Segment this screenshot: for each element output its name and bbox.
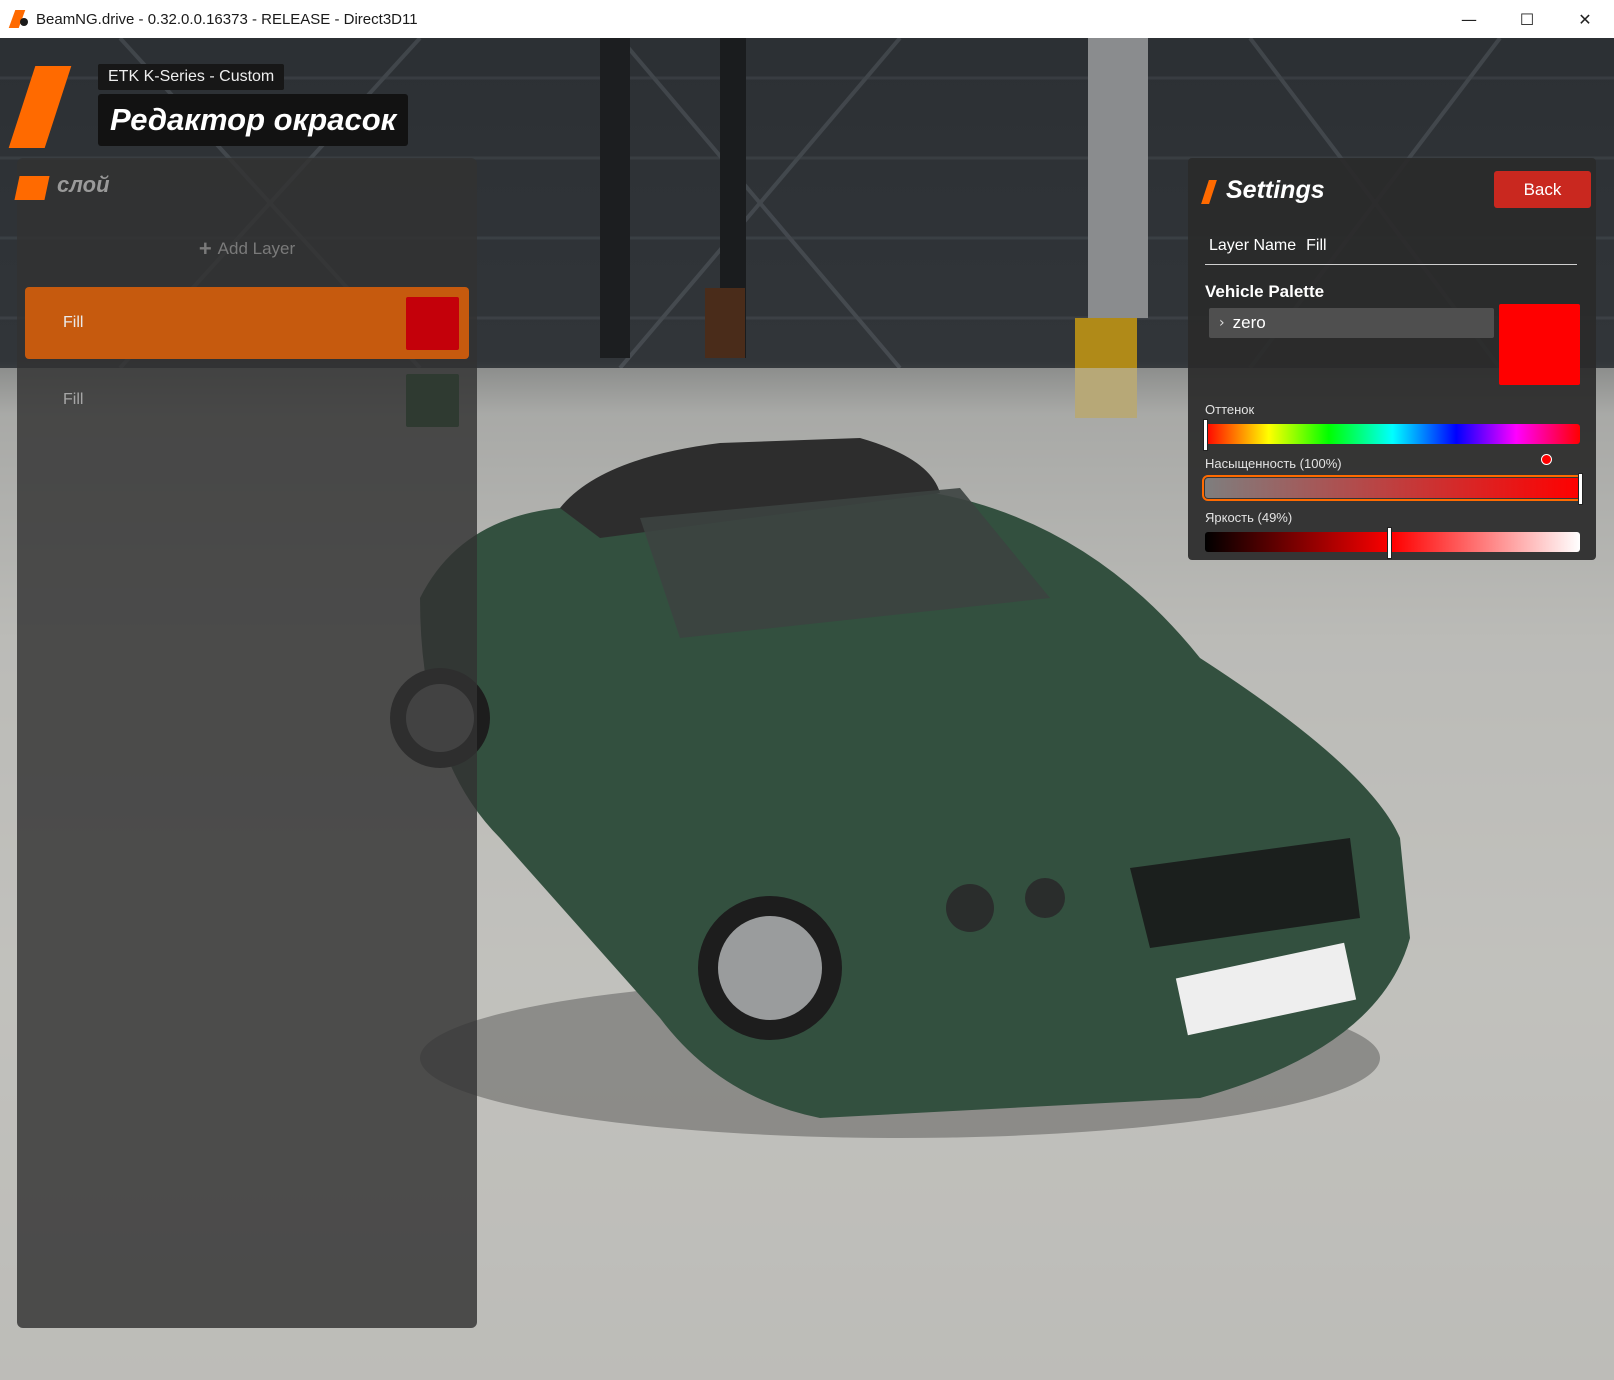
- maximize-button[interactable]: ☐: [1498, 0, 1556, 38]
- garage-scene[interactable]: ETK K-Series - Custom Редактор окрасок с…: [0, 38, 1614, 1380]
- plus-icon: +: [198, 236, 212, 261]
- brightness-slider[interactable]: [1205, 527, 1580, 559]
- layer-name-input[interactable]: [1304, 236, 1577, 256]
- back-button[interactable]: Back: [1494, 171, 1591, 208]
- close-button[interactable]: ✕: [1556, 0, 1614, 38]
- hue-label: Оттенок: [1205, 402, 1255, 417]
- layer-item[interactable]: Fill: [25, 364, 469, 436]
- saturation-slider[interactable]: [1202, 473, 1583, 505]
- vehicle-name: ETK K-Series - Custom: [98, 64, 285, 90]
- wall-column-rust: [705, 288, 745, 358]
- layer-name-label: Layer Name: [1209, 237, 1297, 254]
- layer-color-swatch[interactable]: [406, 374, 459, 427]
- brightness-slider-thumb[interactable]: [1386, 527, 1392, 559]
- settings-panel: Settings Back Layer Name Vehicle Palette…: [1188, 158, 1596, 560]
- beamng-app-icon: [8, 8, 30, 30]
- settings-accent-mark: [1201, 180, 1217, 204]
- layers-title: слой: [57, 172, 110, 197]
- hue-slider-thumb[interactable]: [1203, 419, 1208, 451]
- add-layer-label: Add Layer: [217, 239, 296, 258]
- saturation-label: Насыщенность (100%): [1205, 456, 1342, 471]
- palette-selected-value: zero: [1232, 313, 1266, 332]
- layer-label: Fill: [63, 314, 84, 331]
- section-accent-mark: [14, 176, 50, 200]
- layers-panel: слой + Add Layer Fill Fill: [14, 158, 477, 1328]
- vehicle-palette-label: Vehicle Palette: [1205, 282, 1325, 301]
- layer-color-swatch[interactable]: [406, 297, 459, 350]
- saturation-slider-thumb[interactable]: [1578, 473, 1583, 505]
- page-title: Редактор окрасок: [98, 94, 409, 146]
- add-layer-button[interactable]: + Add Layer: [17, 234, 477, 264]
- current-color-swatch[interactable]: [1499, 304, 1580, 385]
- settings-title: Settings: [1226, 176, 1325, 204]
- wall-column: [600, 38, 630, 358]
- saturation-indicator-dot: [1541, 454, 1552, 465]
- chevron-right-icon: ›: [1219, 315, 1225, 331]
- minimize-button[interactable]: —: [1440, 0, 1498, 38]
- window-titlebar: BeamNG.drive - 0.32.0.0.16373 - RELEASE …: [0, 0, 1614, 39]
- support-pillar: [1088, 38, 1148, 318]
- window-title: BeamNG.drive - 0.32.0.0.16373 - RELEASE …: [36, 10, 418, 28]
- window-controls: — ☐ ✕: [1440, 0, 1614, 38]
- hue-slider[interactable]: [1203, 419, 1580, 451]
- layer-label: Fill: [63, 391, 84, 408]
- layer-name-row: Layer Name: [1205, 228, 1577, 265]
- vehicle-palette-select[interactable]: › zero: [1209, 308, 1494, 338]
- brightness-label: Яркость (49%): [1205, 510, 1293, 525]
- layer-item-selected[interactable]: Fill: [25, 287, 469, 359]
